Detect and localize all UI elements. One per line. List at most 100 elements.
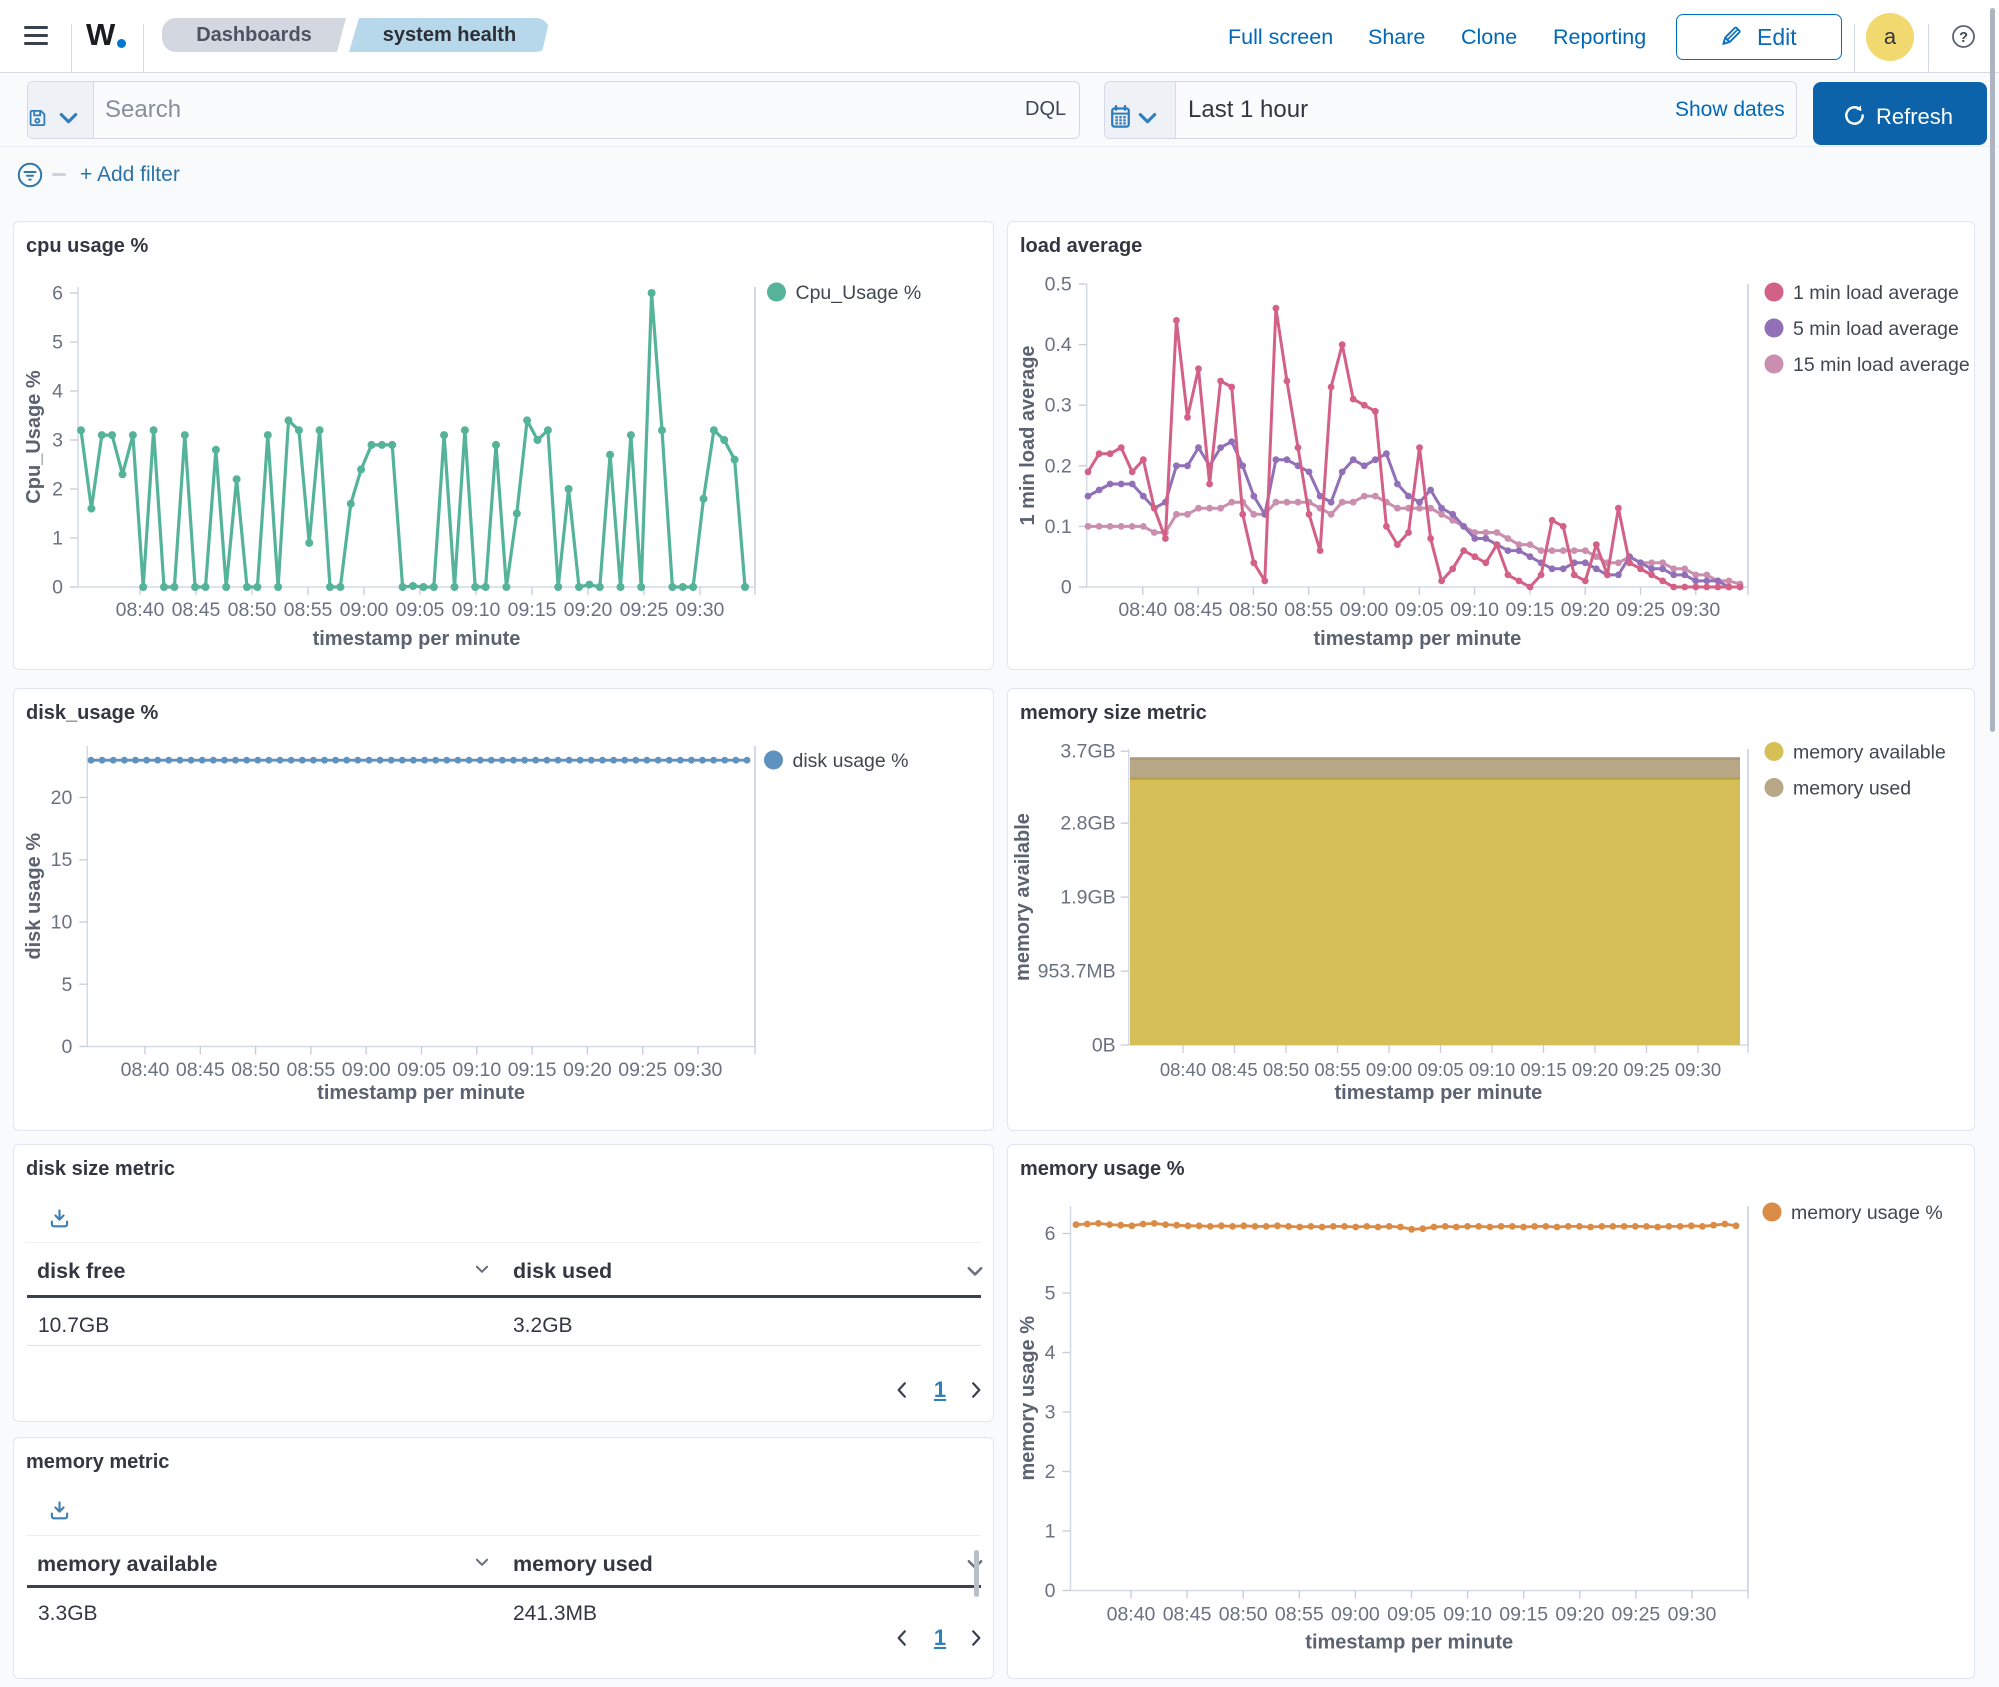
svg-text:09:00: 09:00: [342, 1059, 391, 1081]
svg-text:2.8GB: 2.8GB: [1060, 813, 1115, 835]
svg-text:08:55: 08:55: [1284, 599, 1333, 621]
svg-text:08:50: 08:50: [228, 599, 277, 621]
svg-text:memory used: memory used: [1793, 778, 1911, 800]
svg-text:6: 6: [52, 283, 63, 305]
svg-text:09:00: 09:00: [1366, 1059, 1412, 1080]
svg-text:08:55: 08:55: [284, 599, 333, 621]
svg-text:memory usage %: memory usage %: [1791, 1202, 1943, 1224]
svg-text:08:45: 08:45: [176, 1059, 225, 1081]
svg-text:09:20: 09:20: [1572, 1059, 1618, 1080]
svg-text:disk usage %: disk usage %: [23, 833, 45, 960]
svg-text:memory available: memory available: [1793, 742, 1946, 764]
svg-text:3.7GB: 3.7GB: [1060, 741, 1115, 763]
svg-text:5: 5: [1045, 1283, 1056, 1305]
svg-text:10: 10: [51, 912, 73, 934]
svg-text:20: 20: [51, 787, 73, 809]
svg-text:timestamp per minute: timestamp per minute: [313, 628, 521, 650]
svg-text:09:15: 09:15: [508, 599, 557, 621]
svg-text:5: 5: [61, 974, 72, 996]
svg-text:15 min load average: 15 min load average: [1793, 354, 1970, 376]
svg-text:Cpu_Usage %: Cpu_Usage %: [796, 282, 922, 304]
svg-text:09:25: 09:25: [1616, 599, 1665, 621]
svg-text:09:10: 09:10: [1469, 1059, 1515, 1080]
svg-text:1: 1: [52, 528, 63, 550]
svg-text:09:20: 09:20: [1561, 599, 1610, 621]
svg-text:6: 6: [1045, 1223, 1056, 1245]
svg-text:0.3: 0.3: [1045, 395, 1072, 417]
svg-text:memory usage %: memory usage %: [1017, 1316, 1039, 1481]
svg-text:09:10: 09:10: [1443, 1604, 1492, 1626]
svg-text:09:25: 09:25: [1623, 1059, 1669, 1080]
svg-text:3: 3: [1045, 1402, 1056, 1424]
svg-text:09:00: 09:00: [1331, 1604, 1380, 1626]
svg-text:09:05: 09:05: [1417, 1059, 1463, 1080]
svg-text:0.1: 0.1: [1045, 516, 1072, 538]
svg-text:08:50: 08:50: [1229, 599, 1278, 621]
svg-text:0: 0: [1045, 1580, 1056, 1602]
svg-text:09:20: 09:20: [1555, 1604, 1604, 1626]
svg-text:4: 4: [1045, 1342, 1056, 1364]
svg-text:5 min load average: 5 min load average: [1793, 318, 1959, 340]
svg-text:09:05: 09:05: [397, 1059, 446, 1081]
svg-text:08:55: 08:55: [1314, 1059, 1360, 1080]
svg-text:09:10: 09:10: [452, 1059, 501, 1081]
svg-text:09:05: 09:05: [1387, 1604, 1436, 1626]
svg-text:08:40: 08:40: [1118, 599, 1167, 621]
svg-text:953.7MB: 953.7MB: [1038, 961, 1116, 983]
svg-text:09:25: 09:25: [620, 599, 669, 621]
svg-text:08:50: 08:50: [231, 1059, 280, 1081]
svg-text:08:50: 08:50: [1263, 1059, 1309, 1080]
svg-text:09:25: 09:25: [618, 1059, 667, 1081]
svg-text:09:20: 09:20: [564, 599, 613, 621]
svg-text:timestamp per minute: timestamp per minute: [317, 1082, 525, 1104]
svg-text:1: 1: [1045, 1521, 1056, 1543]
svg-text:09:00: 09:00: [1340, 599, 1389, 621]
svg-text:08:40: 08:40: [116, 599, 165, 621]
svg-text:09:15: 09:15: [1499, 1604, 1548, 1626]
svg-text:0B: 0B: [1092, 1035, 1116, 1057]
svg-text:memory available: memory available: [1012, 813, 1034, 981]
svg-text:1.9GB: 1.9GB: [1060, 887, 1115, 909]
svg-text:timestamp per minute: timestamp per minute: [1334, 1082, 1542, 1104]
svg-text:09:30: 09:30: [1671, 599, 1720, 621]
svg-text:09:00: 09:00: [340, 599, 389, 621]
svg-text:08:40: 08:40: [1160, 1059, 1206, 1080]
svg-text:09:20: 09:20: [563, 1059, 612, 1081]
svg-text:08:45: 08:45: [172, 599, 221, 621]
svg-text:disk usage %: disk usage %: [793, 750, 909, 772]
svg-text:timestamp per minute: timestamp per minute: [1305, 1632, 1513, 1654]
svg-text:3: 3: [52, 430, 63, 452]
svg-text:5: 5: [52, 332, 63, 354]
svg-text:08:45: 08:45: [1174, 599, 1223, 621]
svg-text:0: 0: [52, 577, 63, 599]
svg-text:2: 2: [52, 479, 63, 501]
svg-text:08:55: 08:55: [1275, 1604, 1324, 1626]
svg-text:15: 15: [51, 849, 73, 871]
svg-text:08:45: 08:45: [1211, 1059, 1257, 1080]
svg-text:?: ?: [1959, 30, 1968, 46]
svg-text:09:30: 09:30: [1675, 1059, 1721, 1080]
svg-text:09:10: 09:10: [1450, 599, 1499, 621]
svg-text:09:15: 09:15: [508, 1059, 557, 1081]
svg-text:09:05: 09:05: [396, 599, 445, 621]
svg-text:09:05: 09:05: [1395, 599, 1444, 621]
svg-text:09:30: 09:30: [674, 1059, 723, 1081]
svg-text:09:10: 09:10: [452, 599, 501, 621]
svg-text:1 min load average: 1 min load average: [1793, 282, 1959, 304]
svg-text:0.5: 0.5: [1045, 274, 1072, 296]
svg-text:09:25: 09:25: [1611, 1604, 1660, 1626]
svg-text:08:40: 08:40: [121, 1059, 170, 1081]
svg-text:0.2: 0.2: [1045, 455, 1072, 477]
svg-text:0: 0: [1061, 577, 1072, 599]
svg-text:Cpu_Usage %: Cpu_Usage %: [23, 370, 45, 504]
svg-text:0: 0: [61, 1036, 72, 1058]
svg-text:2: 2: [1045, 1461, 1056, 1483]
svg-text:08:40: 08:40: [1107, 1604, 1156, 1626]
svg-text:09:30: 09:30: [1668, 1604, 1717, 1626]
svg-text:1 min load average: 1 min load average: [1017, 345, 1039, 525]
svg-text:09:30: 09:30: [676, 599, 725, 621]
svg-text:09:15: 09:15: [1505, 599, 1554, 621]
svg-text:08:50: 08:50: [1219, 1604, 1268, 1626]
svg-text:08:55: 08:55: [286, 1059, 335, 1081]
svg-text:0.4: 0.4: [1045, 334, 1072, 356]
